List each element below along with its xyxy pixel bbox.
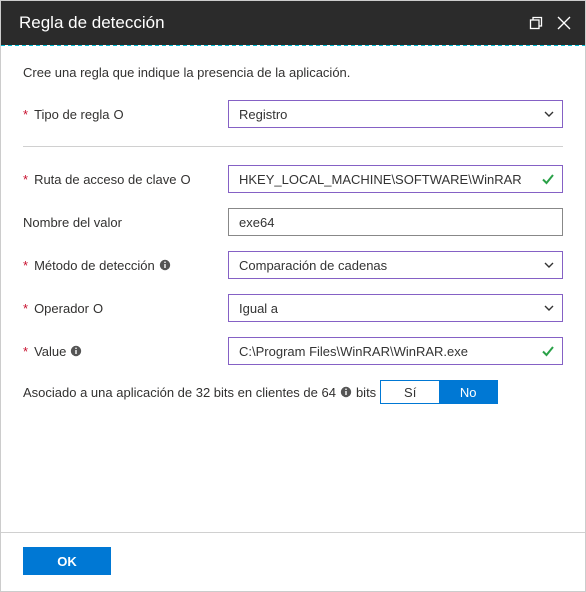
required-mark: * [23, 172, 28, 187]
intro-text: Cree una regla que indique la presencia … [23, 65, 563, 80]
row-value-name: Nombre del valor [23, 208, 563, 236]
arch-toggle-label: Asociado a una aplicación de 32 bits en … [23, 385, 376, 400]
label-rule-type: * Tipo de regla O [23, 107, 228, 122]
label-operator: * Operador O [23, 301, 228, 316]
label-detection-method: * Método de detección [23, 258, 228, 273]
key-path-input[interactable] [228, 165, 563, 193]
value-input[interactable] [228, 337, 563, 365]
value-name-input[interactable] [228, 208, 563, 236]
info-circle-icon: O [93, 301, 103, 316]
operator-select[interactable] [228, 294, 563, 322]
row-rule-type: * Tipo de regla O [23, 100, 563, 128]
close-icon[interactable] [557, 16, 571, 30]
row-detection-method: * Método de detección [23, 251, 563, 279]
info-solid-icon [70, 345, 82, 357]
toggle-label-before: Asociado a una aplicación de 32 bits en … [23, 385, 336, 400]
label-value: * Value [23, 344, 228, 359]
panel-header: Regla de detección [1, 1, 585, 45]
label-key-path: * Ruta de acceso de clave O [23, 172, 228, 187]
panel-title: Regla de detección [19, 13, 165, 33]
rule-type-select[interactable] [228, 100, 563, 128]
panel-footer: OK [1, 532, 585, 591]
info-solid-icon [340, 386, 352, 398]
detection-rule-panel: Regla de detección Cree una regla que in… [0, 0, 586, 592]
detection-method-select[interactable] [228, 251, 563, 279]
separator [23, 146, 563, 147]
required-mark: * [23, 107, 28, 122]
arch-toggle: Sí No [380, 380, 498, 404]
label-text: Value [34, 344, 66, 359]
arch-toggle-yes[interactable]: Sí [381, 381, 439, 403]
info-circle-icon: O [180, 172, 190, 187]
toggle-label-after: bits [356, 385, 376, 400]
row-operator: * Operador O [23, 294, 563, 322]
label-text: Método de detección [34, 258, 155, 273]
window-controls [529, 16, 571, 30]
label-text: Ruta de acceso de clave [34, 172, 176, 187]
label-text: Nombre del valor [23, 215, 122, 230]
info-circle-icon: O [113, 107, 123, 122]
info-solid-icon [159, 259, 171, 271]
row-value: * Value [23, 337, 563, 365]
arch-toggle-no[interactable]: No [439, 381, 497, 403]
restore-icon[interactable] [529, 16, 543, 30]
required-mark: * [23, 258, 28, 273]
required-mark: * [23, 301, 28, 316]
label-text: Operador [34, 301, 89, 316]
row-key-path: * Ruta de acceso de clave O [23, 165, 563, 193]
panel-body: Cree una regla que indique la presencia … [1, 45, 585, 532]
row-arch-toggle: Asociado a una aplicación de 32 bits en … [23, 380, 563, 404]
label-value-name: Nombre del valor [23, 215, 228, 230]
label-text: Tipo de regla [34, 107, 109, 122]
ok-button[interactable]: OK [23, 547, 111, 575]
required-mark: * [23, 344, 28, 359]
